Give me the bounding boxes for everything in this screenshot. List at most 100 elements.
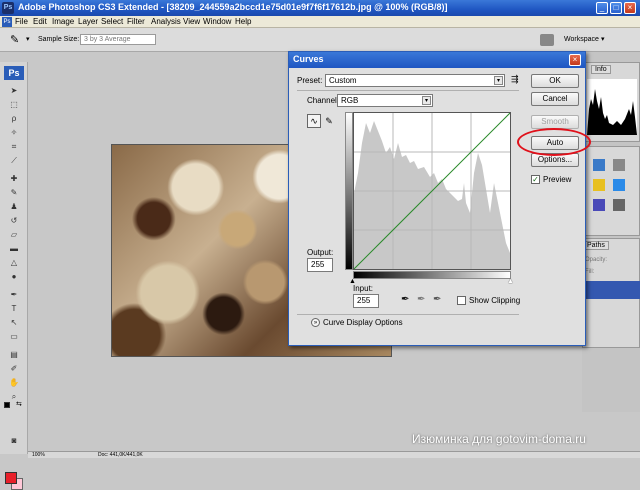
workspace-icon[interactable]	[540, 34, 554, 46]
ps-menu-icon[interactable]: Ps	[2, 17, 12, 27]
curves-dialog-title: Curves	[293, 54, 324, 64]
pen-tool-icon[interactable]: ✒	[9, 290, 19, 300]
menu-window[interactable]: Window	[203, 17, 231, 26]
path-selection-tool-icon[interactable]: ↖	[9, 318, 19, 328]
menu-edit[interactable]: Edit	[33, 17, 47, 26]
white-point-slider[interactable]: ▲	[507, 278, 514, 285]
white-eyedropper-icon[interactable]: ✒	[433, 294, 441, 305]
preset-label: Preset:	[297, 76, 323, 85]
menu-bar: Ps File Edit Image Layer Select Filter A…	[0, 16, 640, 28]
minimize-button[interactable]: _	[596, 2, 608, 14]
smooth-button: Smooth	[531, 115, 579, 129]
menu-analysis[interactable]: Analysis	[151, 17, 181, 26]
menu-select[interactable]: Select	[101, 17, 123, 26]
menu-file[interactable]: File	[15, 17, 28, 26]
marquee-tool-icon[interactable]: ⬚	[9, 100, 19, 110]
zoom-level[interactable]: 100%	[32, 452, 45, 458]
input-field[interactable]: 255	[353, 294, 379, 308]
sample-size-label: Sample Size:	[38, 36, 80, 43]
style-swatch[interactable]	[613, 159, 625, 171]
maximize-button[interactable]: □	[610, 2, 622, 14]
status-bar: 100% Doc: 441,0K/441,0K	[28, 451, 640, 458]
style-swatch[interactable]	[613, 199, 625, 211]
type-tool-icon[interactable]: T	[9, 304, 19, 314]
output-label: Output:	[307, 248, 334, 257]
menu-view[interactable]: View	[183, 17, 200, 26]
gray-eyedropper-icon[interactable]: ✒	[417, 294, 425, 305]
channel-label: Channel:	[307, 96, 340, 105]
style-swatch[interactable]	[593, 199, 605, 211]
group-divider	[297, 90, 519, 91]
notes-tool-icon[interactable]: ▤	[9, 350, 19, 360]
quick-mask-icon[interactable]: ◙	[9, 436, 19, 446]
selected-layer-row[interactable]	[583, 281, 640, 299]
tab-paths[interactable]: Paths	[583, 241, 609, 250]
chevron-down-icon[interactable]: ▾	[601, 35, 605, 43]
chevron-down-icon[interactable]: ▾	[494, 76, 503, 85]
ps-logo: Ps	[4, 66, 24, 80]
layers-panel: Paths Opacity: Fill:	[582, 238, 640, 348]
blur-tool-icon[interactable]: △	[9, 258, 19, 268]
style-swatch[interactable]	[613, 179, 625, 191]
curves-dialog: Curves × Preset: Custom ▾ ⇶ Channel: RGB…	[288, 51, 586, 346]
input-gradient-bar	[353, 271, 511, 279]
default-colors-icon[interactable]	[4, 402, 10, 408]
style-swatch[interactable]	[593, 179, 605, 191]
move-tool-icon[interactable]: ➤	[9, 86, 19, 96]
history-brush-tool-icon[interactable]: ↺	[9, 216, 19, 226]
histogram-preview	[587, 79, 637, 135]
black-eyedropper-icon[interactable]: ✒	[401, 294, 409, 305]
pencil-tool-icon[interactable]: ✎	[323, 114, 335, 128]
swatches-panel	[582, 146, 640, 236]
brush-tool-icon[interactable]: ✎	[9, 188, 19, 198]
eyedropper-tool-icon[interactable]: ✐	[9, 364, 19, 374]
slice-tool-icon[interactable]: ⟋	[9, 156, 19, 166]
preview-checkbox[interactable]: ✓	[531, 175, 540, 184]
show-clipping-label: Show Clipping	[469, 296, 521, 305]
preview-label: Preview	[543, 175, 572, 184]
chevron-down-icon[interactable]: ▾	[422, 96, 431, 105]
preset-menu-icon[interactable]: ⇶	[511, 74, 519, 85]
menu-image[interactable]: Image	[52, 17, 74, 26]
curve-display-options-label[interactable]: Curve Display Options	[323, 318, 403, 327]
style-swatch[interactable]	[593, 159, 605, 171]
eyedropper-icon[interactable]: ✎	[10, 34, 24, 46]
navigator-panel: Info	[582, 62, 640, 142]
gradient-tool-icon[interactable]: ▬	[9, 244, 19, 254]
chevron-down-icon[interactable]: ▾	[26, 35, 30, 43]
tab-info[interactable]: Info	[591, 65, 611, 74]
panel-dock: Info Paths Opacity: Fill:	[582, 52, 640, 412]
expand-options-icon[interactable]: »	[311, 318, 320, 327]
histogram-preview-graphic	[587, 89, 637, 135]
eraser-tool-icon[interactable]: ▱	[9, 230, 19, 240]
curve-point-tool-icon[interactable]: ∿	[307, 114, 321, 128]
menu-layer[interactable]: Layer	[78, 17, 98, 26]
show-clipping-checkbox[interactable]	[457, 296, 466, 305]
group-divider	[297, 314, 519, 315]
crop-tool-icon[interactable]: ⌗	[9, 142, 19, 152]
dodge-tool-icon[interactable]: ●	[9, 272, 19, 282]
sample-size-select[interactable]: 3 by 3 Average	[80, 34, 156, 45]
curves-dialog-title-bar: Curves ×	[289, 52, 585, 68]
foreground-color-swatch[interactable]	[5, 472, 17, 484]
menu-help[interactable]: Help	[235, 17, 251, 26]
options-bar: ✎ ▾ Sample Size: 3 by 3 Average Workspac…	[0, 28, 640, 52]
close-icon[interactable]: ×	[569, 54, 581, 66]
menu-filter[interactable]: Filter	[127, 17, 145, 26]
ok-button[interactable]: OK	[531, 74, 579, 88]
magic-wand-tool-icon[interactable]: ✧	[9, 128, 19, 138]
hand-tool-icon[interactable]: ✋	[9, 378, 19, 388]
output-field[interactable]: 255	[307, 258, 333, 272]
clone-stamp-tool-icon[interactable]: ♟	[9, 202, 19, 212]
lasso-tool-icon[interactable]: ρ	[9, 114, 19, 124]
shape-tool-icon[interactable]: ▭	[9, 332, 19, 342]
healing-brush-tool-icon[interactable]: ✚	[9, 174, 19, 184]
preset-select[interactable]: Custom ▾	[325, 74, 505, 87]
auto-highlight-circle	[517, 128, 591, 156]
cancel-button[interactable]: Cancel	[531, 92, 579, 106]
channel-select[interactable]: RGB ▾	[337, 94, 433, 107]
swap-colors-icon[interactable]: ⇆	[16, 400, 22, 408]
close-button[interactable]: ×	[624, 2, 636, 14]
curves-graph[interactable]	[353, 112, 511, 270]
workspace-menu[interactable]: Workspace	[564, 36, 599, 43]
